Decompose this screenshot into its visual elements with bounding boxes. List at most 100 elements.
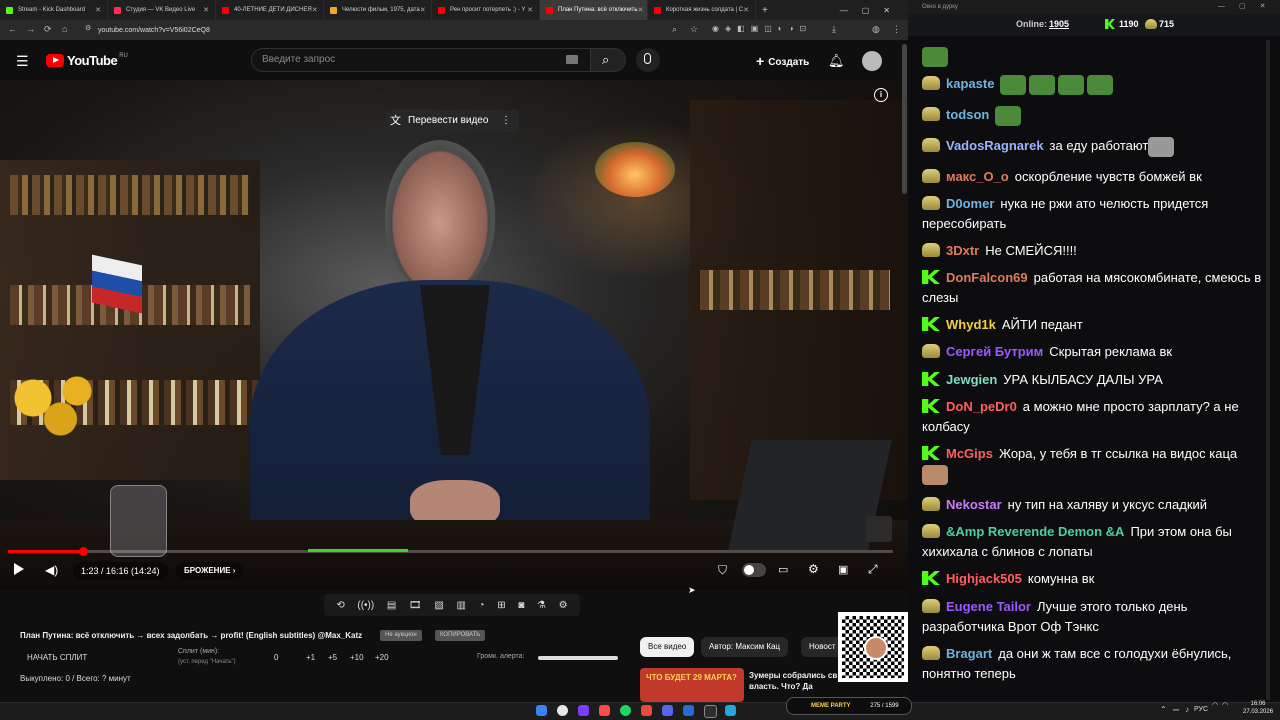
close-icon[interactable]: ✕: [420, 6, 426, 14]
chat-window-controls[interactable]: —▢✕: [1218, 2, 1279, 10]
translate-video-button[interactable]: 文 Перевести видео ⋮: [385, 110, 519, 132]
url-field[interactable]: youtube.com/watch?v=V56i02CeQ8: [80, 24, 648, 37]
back-icon[interactable]: ←: [8, 24, 17, 34]
info-icon[interactable]: i: [874, 88, 888, 102]
site-info-icon[interactable]: ⚙: [85, 24, 91, 32]
alert-volume-slider[interactable]: [538, 656, 618, 660]
chrome-icon[interactable]: [557, 705, 568, 716]
tray-icons[interactable]: ⌃⎓♪: [1160, 705, 1195, 715]
browser-tab[interactable]: Рен просит потерпеть :) - Y ✕: [432, 0, 540, 20]
browser-tab[interactable]: 40-ЛЕТНИЕ ДЕТИ ДИСНЕЯ ✕: [216, 0, 324, 20]
close-icon[interactable]: ✕: [203, 6, 209, 14]
telegram-icon[interactable]: [725, 705, 736, 716]
add-screen-icon[interactable]: ⊞: [497, 600, 505, 611]
close-icon[interactable]: ✕: [312, 6, 318, 14]
glass: [110, 485, 167, 557]
keyboard-icon[interactable]: [566, 55, 578, 64]
new-tab-button[interactable]: +: [762, 5, 768, 16]
audio-icon[interactable]: ((•)): [357, 600, 374, 611]
flask-icon[interactable]: ⚗: [537, 600, 546, 611]
progress-bar[interactable]: [8, 550, 893, 553]
close-icon[interactable]: ✕: [638, 6, 644, 14]
app-icon[interactable]: [641, 705, 652, 716]
tab-bar: Stream - Kick Dashboard ✕ Студия — VK Вид…: [0, 0, 908, 20]
page-scrollbar[interactable]: [902, 44, 907, 194]
video-player[interactable]: [0, 80, 908, 590]
play-icon[interactable]: [14, 563, 24, 575]
browser-tab[interactable]: Студия — VK Видео Live ✕: [108, 0, 216, 20]
related-video-thumbnail[interactable]: ЧТО БУДЕТ 29 МАРТА?: [640, 668, 744, 702]
forward-icon[interactable]: →: [26, 24, 35, 34]
sponsorblock-icon[interactable]: ⛉: [718, 563, 727, 578]
browser-tab-active[interactable]: План Путина: всё отключить ✕: [540, 0, 648, 20]
loop-icon[interactable]: ⟲: [336, 600, 344, 611]
voice-search-button[interactable]: [636, 48, 660, 72]
obs-icon[interactable]: [704, 705, 717, 718]
close-icon[interactable]: ✕: [527, 6, 533, 14]
camera-icon[interactable]: ◙: [518, 600, 524, 611]
chat-scrollbar[interactable]: [1266, 40, 1270, 700]
keyboard-language[interactable]: РУС: [1194, 706, 1208, 713]
browser-tab[interactable]: Челюсти фильм, 1975, дата ✕: [324, 0, 432, 20]
online-label: Online:: [1016, 19, 1047, 29]
search-button[interactable]: ⌕: [590, 48, 626, 72]
spotify-icon[interactable]: [620, 705, 631, 716]
bookmark-star-icon[interactable]: ☆: [690, 24, 698, 35]
browser-tab[interactable]: Stream - Kick Dashboard ✕: [0, 0, 108, 20]
theater-mode-icon[interactable]: ▣: [838, 563, 848, 576]
channel-watermark[interactable]: [866, 516, 892, 542]
plus-10-button[interactable]: +10: [350, 653, 364, 662]
more-options-icon[interactable]: ⋮: [501, 110, 511, 132]
profile-icon[interactable]: ◍: [872, 24, 880, 35]
window-controls[interactable]: —▢✕: [840, 6, 908, 15]
create-button[interactable]: + Создать: [756, 53, 809, 69]
plus-1-button[interactable]: +1: [306, 653, 315, 662]
fullscreen-icon[interactable]: ⤢: [868, 562, 878, 577]
extensions-icons[interactable]: ◉◈◧▣◫◐◑⊡: [712, 24, 812, 33]
gear-icon[interactable]: ⚙: [559, 600, 568, 611]
extension-toolbar: ⟲ ((•)) ▤ 🎞︎ ▧ ▥ ◔ ⊞ ◙ ⚗ ⚙: [324, 594, 580, 616]
hamburger-menu-icon[interactable]: ☰: [16, 53, 29, 70]
avatar[interactable]: [862, 51, 882, 71]
reload-icon[interactable]: ⟳: [44, 24, 52, 35]
film-icon[interactable]: 🎞︎: [409, 600, 422, 611]
split-value[interactable]: 0: [274, 653, 278, 662]
home-icon[interactable]: ⌂: [62, 24, 67, 34]
notifications-bell-icon[interactable]: 🔔︎: [828, 53, 845, 69]
cinema-icon[interactable]: ▤: [387, 600, 396, 611]
close-icon[interactable]: ✕: [743, 6, 749, 14]
search-input[interactable]: Введите запрос: [251, 48, 591, 72]
autoplay-toggle[interactable]: [742, 563, 766, 577]
settings-gear-icon[interactable]: ⚙: [808, 562, 819, 576]
app-icon[interactable]: [599, 705, 610, 716]
chapter-button[interactable]: БРОЖЕНИЕ ›: [176, 562, 244, 580]
subtitles-tool-icon[interactable]: ▥: [456, 600, 465, 611]
chip-all-videos[interactable]: Все видео: [640, 637, 695, 657]
frame-icon[interactable]: ▧: [434, 600, 443, 611]
copy-button[interactable]: КОПИРОВАТЬ: [435, 630, 486, 641]
network-volume-icons[interactable]: ◠◠: [1212, 701, 1232, 709]
volume-icon[interactable]: ◀︎): [45, 563, 58, 577]
progress-scrubber[interactable]: [79, 547, 88, 556]
not-auction-button[interactable]: Не аукцион: [380, 630, 422, 641]
plus-5-button[interactable]: +5: [328, 653, 337, 662]
speed-icon[interactable]: ◔: [479, 600, 485, 611]
presenter-head: [385, 140, 495, 290]
app-icon[interactable]: [578, 705, 589, 716]
youtube-logo[interactable]: YouTube RU: [46, 53, 128, 68]
zoom-icon[interactable]: ⌕: [672, 24, 677, 35]
menu-icon[interactable]: ⋮: [892, 24, 901, 35]
plus-20-button[interactable]: +20: [375, 653, 389, 662]
chip-author[interactable]: Автор: Максим Кац: [701, 637, 789, 657]
clock-time[interactable]: 16:06: [1243, 701, 1273, 707]
start-menu-icon[interactable]: [536, 705, 547, 716]
close-icon[interactable]: ✕: [95, 6, 101, 14]
download-icon[interactable]: ⤓: [832, 24, 836, 35]
discord-icon[interactable]: [662, 705, 673, 716]
app-icon[interactable]: [683, 705, 694, 716]
browser-tab[interactable]: Короткая жизнь солдата | С ✕: [648, 0, 756, 20]
start-split-button[interactable]: НАЧАТЬ СПЛИТ: [27, 653, 87, 662]
subtitles-icon[interactable]: ▭: [778, 563, 788, 576]
clock-date[interactable]: 27.03.2026: [1243, 709, 1273, 715]
related-video-title[interactable]: Зумеры собрались св власть. Что? Да: [749, 670, 839, 692]
